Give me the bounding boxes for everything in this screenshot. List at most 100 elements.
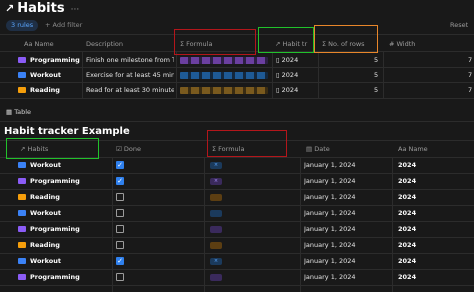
date-cell: January 1, 2024	[304, 209, 356, 217]
formula-pill	[210, 242, 222, 249]
name-cell[interactable]: 2024	[398, 207, 416, 219]
habit-link[interactable]: Workout	[18, 159, 61, 171]
formula-pill	[210, 210, 222, 217]
done-checkbox[interactable]: ✓	[116, 257, 124, 265]
done-checkbox[interactable]	[116, 209, 124, 217]
name-cell[interactable]: 2024	[398, 239, 416, 251]
row-name[interactable]: Reading	[18, 84, 60, 96]
name-cell[interactable]: 2024	[398, 175, 416, 187]
table-icon: ▦	[6, 108, 15, 116]
date-cell: January 1, 2024	[304, 225, 356, 233]
reset-button[interactable]: Reset	[450, 20, 468, 31]
page-title: ↗ Habits ···	[5, 1, 80, 16]
formula-pill	[210, 194, 222, 201]
highlight-box-habit-tracker	[258, 27, 314, 53]
date-cell: January 1, 2024	[304, 273, 356, 281]
laptop-icon	[18, 57, 26, 63]
formula-pill	[210, 226, 222, 233]
formula-progress-bar	[180, 72, 268, 79]
row-name[interactable]: Workout	[18, 69, 61, 81]
tab-table[interactable]: ▦ Table	[6, 108, 31, 116]
habit-link[interactable]: Reading	[18, 191, 60, 203]
done-checkbox[interactable]: ✓	[116, 161, 124, 169]
column-header-date[interactable]: ▤ Date	[306, 143, 330, 155]
book-icon	[18, 87, 26, 93]
table-row[interactable]: Workout ✓ × January 1, 2024 2024	[0, 254, 474, 269]
view-title: Habit tracker Example	[4, 126, 130, 137]
date-cell: January 1, 2024	[304, 177, 356, 185]
dumbbell-icon	[18, 210, 26, 216]
column-header-description[interactable]: Description	[86, 38, 123, 50]
date-cell: January 1, 2024	[304, 193, 356, 201]
name-cell[interactable]: 2024	[398, 271, 416, 283]
table-row[interactable]: Workout Exercise for at least 45 minutes…	[0, 68, 474, 82]
formula-pill: ×	[210, 162, 222, 169]
done-checkbox[interactable]	[116, 273, 124, 281]
table-row[interactable]: Workout ✓ × January 1, 2024 2024	[0, 158, 474, 173]
table-row[interactable]: Reading January 1, 2024 2024	[0, 190, 474, 205]
table-row[interactable]: Programming Finish one milestone from TH…	[0, 53, 474, 67]
done-checkbox[interactable]	[116, 241, 124, 249]
habit-tracker-link[interactable]: ▯ 2024	[276, 69, 298, 81]
column-header-name[interactable]: Aa Name	[398, 143, 428, 155]
highlight-box-formula	[174, 29, 256, 55]
divider	[0, 98, 474, 99]
calendar-icon: ▤	[306, 145, 315, 153]
table-row[interactable]: Reading January 1, 2024 2024	[0, 238, 474, 253]
habit-tracker-link[interactable]: ▯ 2024	[276, 84, 298, 96]
done-checkbox[interactable]: ✓	[116, 177, 124, 185]
habit-link[interactable]: Programming	[18, 271, 80, 283]
habit-link[interactable]: Programming	[18, 175, 80, 187]
row-name[interactable]: Programming	[18, 54, 80, 66]
highlight-box-habits	[6, 138, 99, 159]
laptop-icon	[18, 226, 26, 232]
dumbbell-icon	[18, 162, 26, 168]
row-description: Exercise for at least 45 minutes.	[86, 71, 174, 79]
divider	[0, 285, 474, 286]
table-row[interactable]: Programming January 1, 2024 2024	[0, 270, 474, 285]
column-header-width[interactable]: # Width	[389, 38, 415, 50]
habit-link[interactable]: Reading	[18, 239, 60, 251]
row-width: 7	[468, 56, 473, 64]
habit-tracker-link[interactable]: ▯ 2024	[276, 54, 298, 66]
habit-link[interactable]: Workout	[18, 255, 61, 267]
row-description: Read for at least 30 minutes.	[86, 86, 174, 94]
laptop-icon	[18, 178, 26, 184]
column-header-done[interactable]: ☑ Done	[116, 143, 141, 155]
name-cell[interactable]: 2024	[398, 159, 416, 171]
name-cell[interactable]: 2024	[398, 255, 416, 267]
column-header-name[interactable]: Aa Name	[24, 38, 54, 50]
dumbbell-icon	[18, 258, 26, 264]
dumbbell-icon	[18, 72, 26, 78]
table-row[interactable]: Programming January 1, 2024 2024	[0, 222, 474, 237]
row-count: 5	[374, 56, 379, 64]
rules-filter-button[interactable]: 3 rules	[6, 20, 39, 31]
table-row[interactable]: Programming ✓ × January 1, 2024 2024	[0, 174, 474, 189]
formula-pill: ×	[210, 178, 222, 185]
add-filter-button[interactable]: + Add filter	[45, 20, 82, 31]
checkbox-icon: ☑	[116, 145, 124, 153]
book-icon	[18, 242, 26, 248]
row-count: 5	[374, 86, 379, 94]
more-options-icon[interactable]: ···	[71, 5, 80, 15]
date-cell: January 1, 2024	[304, 257, 356, 265]
name-cell[interactable]: 2024	[398, 191, 416, 203]
laptop-icon	[18, 274, 26, 280]
formula-progress-bar	[180, 87, 268, 94]
row-count: 5	[374, 71, 379, 79]
highlight-box-rows	[314, 25, 378, 53]
habit-link[interactable]: Programming	[18, 223, 80, 235]
formula-progress-bar	[180, 57, 268, 64]
book-icon	[18, 194, 26, 200]
done-checkbox[interactable]	[116, 193, 124, 201]
table-row[interactable]: Reading Read for at least 30 minutes. ▯ …	[0, 83, 474, 97]
date-cell: January 1, 2024	[304, 161, 356, 169]
habit-link[interactable]: Workout	[18, 207, 61, 219]
relation-arrow-icon: ↗	[5, 2, 15, 15]
done-checkbox[interactable]	[116, 225, 124, 233]
table-row[interactable]: Workout January 1, 2024 2024	[0, 206, 474, 221]
highlight-box-formula	[207, 130, 287, 157]
row-description: Finish one milestone from THE	[86, 56, 174, 64]
row-width: 7	[468, 86, 473, 94]
name-cell[interactable]: 2024	[398, 223, 416, 235]
